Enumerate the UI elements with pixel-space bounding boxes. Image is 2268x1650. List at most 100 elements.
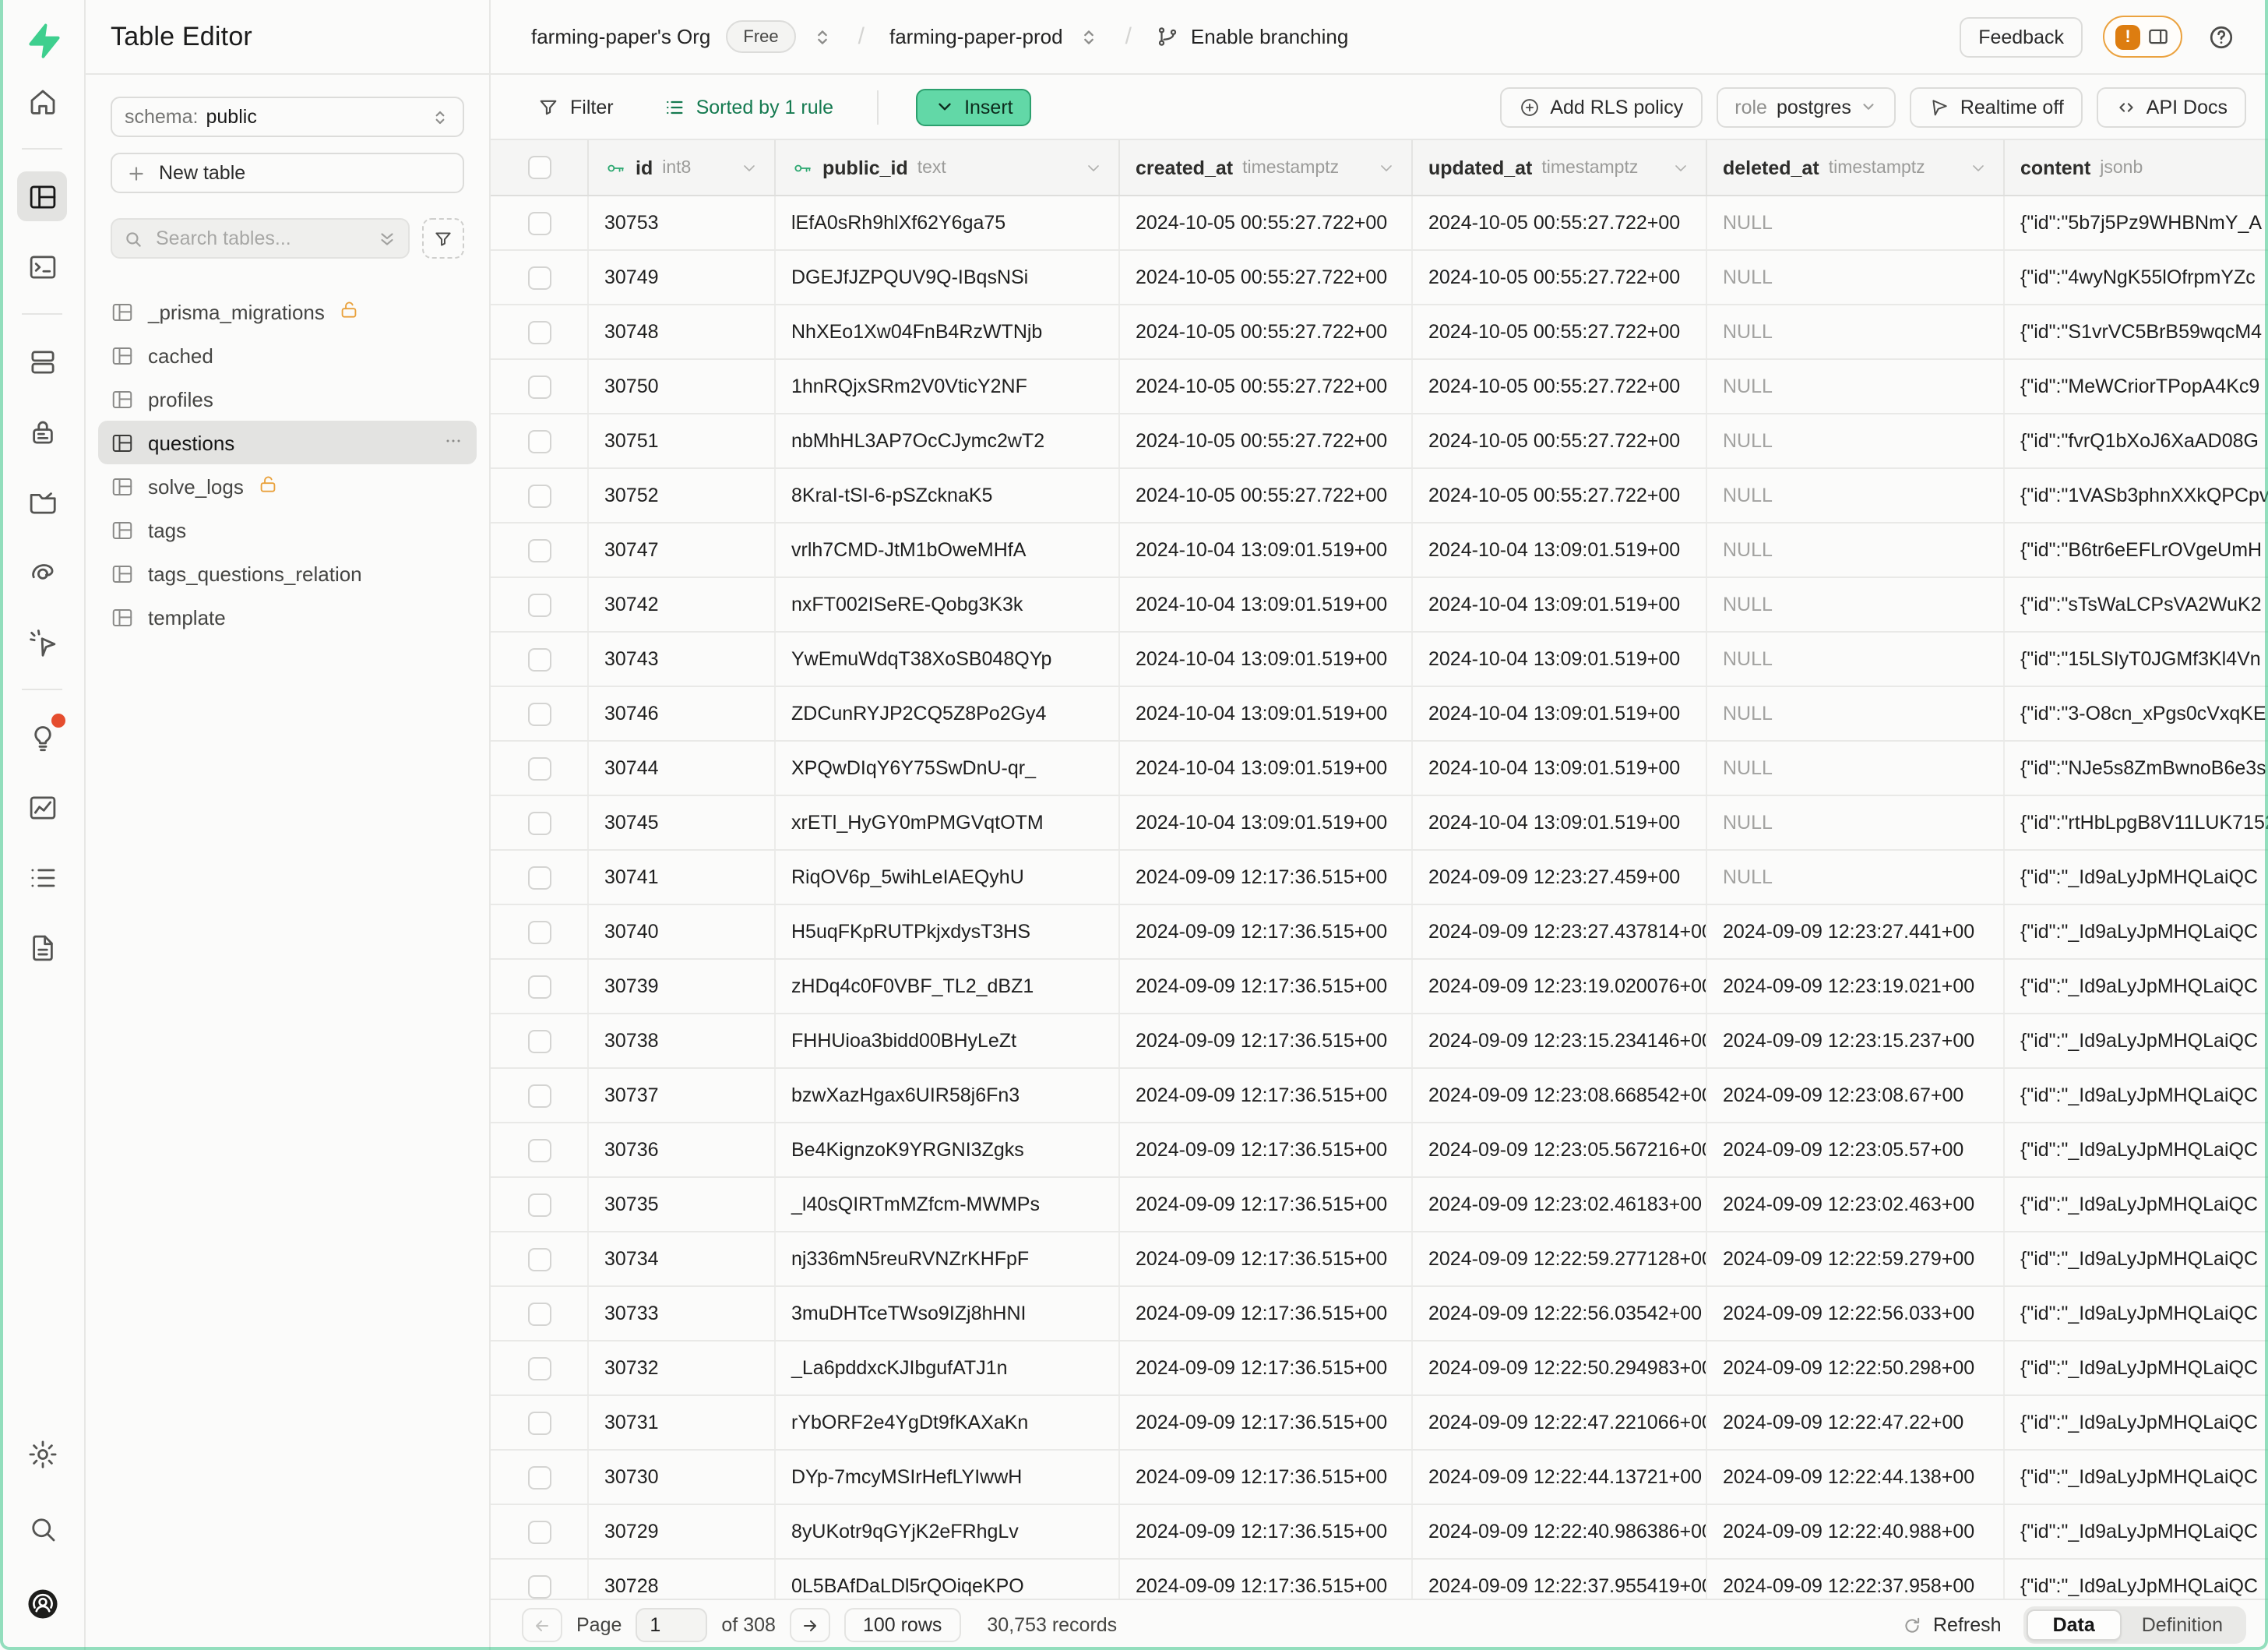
cell-updated_at[interactable]: 2024-09-09 12:23:02.46183+00 [1413,1178,1707,1231]
column-header-id[interactable]: idint8 [589,140,776,195]
cell-updated_at[interactable]: 2024-09-09 12:22:50.294983+00 [1413,1342,1707,1394]
cell-public_id[interactable]: 1hnRQjxSRm2V0VticY2NF [776,360,1120,413]
cell-deleted_at[interactable]: NULL [1707,469,2005,522]
row-checkbox[interactable] [527,1574,551,1598]
rail-item-storage-icon[interactable] [17,477,67,527]
cell-created_at[interactable]: 2024-10-05 00:55:27.722+00 [1120,360,1413,413]
page-number-input[interactable] [636,1608,707,1642]
rail-item-advisors-icon[interactable] [17,712,67,762]
cell-deleted_at[interactable]: NULL [1707,414,2005,467]
column-menu-icon[interactable] [1969,158,1988,177]
cell-id[interactable]: 30750 [589,360,776,413]
cell-content[interactable]: {"id":"NJe5s8ZmBwnoB6e3s [2005,742,2268,795]
row-checkbox[interactable] [527,1465,551,1489]
cell-public_id[interactable]: DYp-7mcyMSIrHefLYIwwH [776,1451,1120,1504]
cell-content[interactable]: {"id":"15LSIyT0JGMf3Kl4Vn [2005,633,2268,686]
cell-public_id[interactable]: ZDCunRYJP2CQ5Z8Po2Gy4 [776,687,1120,740]
cell-public_id[interactable]: 8KraI-tSI-6-pSZcknaK5 [776,469,1120,522]
cell-content[interactable]: {"id":"3-O8cn_xPgs0cVxqKE [2005,687,2268,740]
cell-public_id[interactable]: 3muDHTceTWso9IZj8hHNI [776,1287,1120,1340]
cell-created_at[interactable]: 2024-10-05 00:55:27.722+00 [1120,196,1413,249]
cell-content[interactable]: {"id":"_Id9aLyJpMHQLaiQC [2005,1560,2268,1599]
row-checkbox[interactable] [527,593,551,616]
cell-content[interactable]: {"id":"MeWCriorTPopA4Kc9 [2005,360,2268,413]
rows-per-page-button[interactable]: 100 rows [844,1608,960,1642]
cell-id[interactable]: 30734 [589,1232,776,1285]
cell-content[interactable]: {"id":"_Id9aLyJpMHQLaiQC [2005,851,2268,904]
cell-deleted_at[interactable]: NULL [1707,796,2005,849]
cell-deleted_at[interactable]: 2024-09-09 12:22:50.298+00 [1707,1342,2005,1394]
cell-created_at[interactable]: 2024-10-04 13:09:01.519+00 [1120,742,1413,795]
cell-created_at[interactable]: 2024-10-04 13:09:01.519+00 [1120,796,1413,849]
cell-id[interactable]: 30751 [589,414,776,467]
warning-panel-button[interactable]: ! [2103,16,2182,58]
row-checkbox[interactable] [527,702,551,725]
cell-updated_at[interactable]: 2024-10-04 13:09:01.519+00 [1413,524,1707,576]
project-selector-icon[interactable] [1079,26,1101,48]
cell-content[interactable]: {"id":"fvrQ1bXoJ6XaAD08G [2005,414,2268,467]
cell-content[interactable]: {"id":"sTsWaLCPsVA2WuK2 [2005,578,2268,631]
column-menu-icon[interactable] [1671,158,1690,177]
cell-content[interactable]: {"id":"rtHbLpgB8V11LUK7152 [2005,796,2268,849]
cell-id[interactable]: 30731 [589,1396,776,1449]
row-checkbox[interactable] [527,1520,551,1543]
cell-updated_at[interactable]: 2024-10-05 00:55:27.722+00 [1413,414,1707,467]
sidebar-table-template[interactable]: template [98,595,477,639]
sidebar-table-tags_questions_relation[interactable]: tags_questions_relation [98,552,477,595]
cell-id[interactable]: 30744 [589,742,776,795]
rail-item-logs-icon[interactable] [17,852,67,902]
cell-content[interactable]: {"id":"_Id9aLyJpMHQLaiQC [2005,1069,2268,1122]
cell-id[interactable]: 30746 [589,687,776,740]
tab-definition[interactable]: Definition [2122,1611,2243,1639]
cell-created_at[interactable]: 2024-09-09 12:17:36.515+00 [1120,1396,1413,1449]
cell-updated_at[interactable]: 2024-10-04 13:09:01.519+00 [1413,687,1707,740]
org-selector-icon[interactable] [812,26,833,48]
cell-id[interactable]: 30729 [589,1505,776,1558]
cell-created_at[interactable]: 2024-10-04 13:09:01.519+00 [1120,633,1413,686]
cell-created_at[interactable]: 2024-09-09 12:17:36.515+00 [1120,1560,1413,1599]
search-tables-box[interactable] [111,218,410,259]
column-header-public_id[interactable]: public_idtext [776,140,1120,195]
api-docs-button[interactable]: API Docs [2097,86,2246,127]
cell-updated_at[interactable]: 2024-09-09 12:23:08.668542+00 [1413,1069,1707,1122]
cell-updated_at[interactable]: 2024-10-04 13:09:01.519+00 [1413,578,1707,631]
cell-deleted_at[interactable]: NULL [1707,196,2005,249]
filter-button[interactable]: Filter [537,96,614,118]
rail-item-database-icon[interactable] [17,337,67,386]
cell-created_at[interactable]: 2024-10-04 13:09:01.519+00 [1120,524,1413,576]
rail-item-profile-avatar[interactable] [17,1578,67,1628]
search-tables-input[interactable] [153,226,368,251]
cell-updated_at[interactable]: 2024-09-09 12:22:37.955419+00 [1413,1560,1707,1599]
rail-item-edge-functions-icon[interactable] [17,547,67,597]
cell-public_id[interactable]: FHHUioa3bidd00BHyLeZt [776,1014,1120,1067]
cell-updated_at[interactable]: 2024-09-09 12:22:44.13721+00 [1413,1451,1707,1504]
cell-updated_at[interactable]: 2024-10-05 00:55:27.722+00 [1413,469,1707,522]
cell-content[interactable]: {"id":"_Id9aLyJpMHQLaiQC [2005,1342,2268,1394]
row-checkbox[interactable] [527,975,551,998]
cell-public_id[interactable]: NhXEo1Xw04FnB4RzWTNjb [776,305,1120,358]
cell-created_at[interactable]: 2024-09-09 12:17:36.515+00 [1120,1178,1413,1231]
cell-created_at[interactable]: 2024-10-05 00:55:27.722+00 [1120,305,1413,358]
cell-deleted_at[interactable]: 2024-09-09 12:22:47.22+00 [1707,1396,2005,1449]
row-checkbox[interactable] [527,1193,551,1216]
cell-public_id[interactable]: H5uqFKpRUTPkjxdysT3HS [776,905,1120,958]
cell-public_id[interactable]: vrlh7CMD-JtM1bOweMHfA [776,524,1120,576]
cell-content[interactable]: {"id":"_Id9aLyJpMHQLaiQC [2005,1232,2268,1285]
cell-content[interactable]: {"id":"5b7j5Pz9WHBNmY_A [2005,196,2268,249]
cell-deleted_at[interactable]: NULL [1707,633,2005,686]
schema-select[interactable]: schema: public [111,97,464,137]
cell-public_id[interactable]: Be4KignzoK9YRGNI3Zgks [776,1123,1120,1176]
role-select[interactable]: role postgres [1716,86,1896,127]
cell-created_at[interactable]: 2024-10-05 00:55:27.722+00 [1120,414,1413,467]
cell-content[interactable]: {"id":"S1vrVC5BrB59wqcM4 [2005,305,2268,358]
rail-item-search-icon[interactable] [17,1504,67,1553]
cell-public_id[interactable]: bzwXazHgax6UIR58j6Fn3 [776,1069,1120,1122]
row-checkbox[interactable] [527,1084,551,1107]
enable-branching-button[interactable]: Enable branching [1157,25,1348,48]
cell-content[interactable]: {"id":"_Id9aLyJpMHQLaiQC [2005,960,2268,1013]
cell-public_id[interactable]: lEfA0sRh9hlXf62Y6ga75 [776,196,1120,249]
row-checkbox[interactable] [527,429,551,453]
next-page-button[interactable] [790,1608,830,1642]
row-checkbox[interactable] [527,1029,551,1052]
cell-deleted_at[interactable]: 2024-09-09 12:22:59.279+00 [1707,1232,2005,1285]
